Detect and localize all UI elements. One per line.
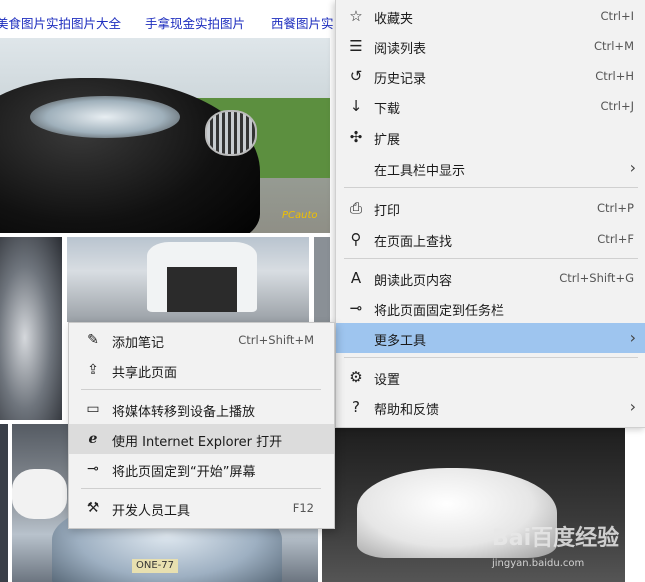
- menu-item-favorites[interactable]: ☆ 收藏夹 Ctrl+I: [336, 1, 645, 31]
- pin-start-icon: ⊸: [87, 461, 99, 477]
- menu-label: 在工具栏中显示: [374, 164, 466, 179]
- menu-divider: [344, 357, 638, 358]
- menu-label: 更多工具: [374, 334, 427, 349]
- menu-label: 朗读此页内容: [374, 274, 453, 289]
- submenu-label: 添加笔记: [112, 336, 165, 351]
- menu-label: 扩展: [374, 133, 401, 148]
- internet-explorer-icon: e: [88, 431, 98, 447]
- menu-item-extensions[interactable]: ✣ 扩展: [336, 122, 645, 152]
- car-photo-edge[interactable]: [314, 237, 330, 322]
- menu-shortcut: Ctrl+J: [600, 99, 635, 113]
- menu-item-pin-to-taskbar[interactable]: ⊸ 将此页面固定到任务栏: [336, 293, 645, 323]
- submenu-label: 开发人员工具: [112, 504, 191, 519]
- menu-shortcut: Ctrl+H: [595, 69, 634, 83]
- white-suv-photo[interactable]: [67, 237, 309, 322]
- submenu-shortcut: Ctrl+Shift+M: [238, 333, 314, 347]
- dev-tools-icon: ⚒: [86, 500, 100, 516]
- menu-divider: [344, 187, 638, 188]
- help-icon: ?: [352, 398, 360, 416]
- menu-label: 在页面上查找: [374, 235, 453, 250]
- menu-label: 历史记录: [374, 72, 427, 87]
- submenu-item-open-with-ie[interactable]: e 使用 Internet Explorer 打开: [69, 424, 334, 454]
- submenu-label: 将此页固定到“开始”屏幕: [112, 465, 256, 480]
- menu-shortcut: Ctrl+M: [593, 39, 634, 53]
- submenu-label: 将媒体转移到设备上播放: [112, 405, 256, 420]
- submenu-item-add-notes[interactable]: ✎ 添加笔记 Ctrl+Shift+M: [69, 325, 334, 355]
- chevron-right-icon: ›: [629, 158, 636, 177]
- menu-label: 收藏夹: [374, 12, 414, 27]
- pin-taskbar-icon: ⊸: [349, 299, 363, 317]
- menu-label: 阅读列表: [374, 42, 427, 57]
- settings-icon: ⚙: [349, 368, 363, 386]
- extensions-icon: ✣: [349, 128, 363, 146]
- submenu-divider: [81, 389, 321, 390]
- link-western-food-photos[interactable]: 西餐图片实: [271, 13, 334, 32]
- submenu-shortcut: F12: [292, 501, 314, 515]
- chevron-right-icon: ›: [629, 397, 636, 416]
- menu-item-find-on-page[interactable]: ⚲ 在页面上查找 Ctrl+F: [336, 224, 645, 254]
- menu-item-more-tools[interactable]: 更多工具 ›: [336, 323, 645, 353]
- print-icon: ⎙: [349, 199, 362, 217]
- favorites-icon: ☆: [349, 7, 363, 25]
- audi-r8-photo[interactable]: Bai百度经验 jingyan.baidu.com: [322, 428, 625, 582]
- menu-item-print[interactable]: ⎙ 打印 Ctrl+P: [336, 193, 645, 223]
- submenu-label: 使用 Internet Explorer 打开: [112, 435, 283, 450]
- menu-item-history[interactable]: ↺ 历史记录 Ctrl+H: [336, 61, 645, 91]
- history-icon: ↺: [349, 67, 363, 85]
- submenu-item-share-page[interactable]: ⇪ 共享此页面: [69, 355, 334, 385]
- car-photo-edge-left[interactable]: [0, 424, 8, 582]
- cast-icon: ▭: [86, 401, 100, 417]
- submenu-item-pin-to-start[interactable]: ⊸ 将此页固定到“开始”屏幕: [69, 454, 334, 484]
- menu-label: 下载: [374, 102, 401, 117]
- menu-shortcut: Ctrl+F: [597, 232, 634, 246]
- license-plate: ONE-77: [132, 559, 178, 573]
- link-food-photos[interactable]: 美食图片实拍图片大全: [0, 13, 121, 32]
- menu-item-read-aloud[interactable]: A 朗读此页内容 Ctrl+Shift+G: [336, 263, 645, 293]
- bentley-car-photo[interactable]: [0, 237, 62, 420]
- submenu-item-developer-tools[interactable]: ⚒ 开发人员工具 F12: [69, 493, 334, 523]
- menu-shortcut: Ctrl+I: [600, 9, 635, 23]
- reading-list-icon: ☰: [349, 37, 363, 55]
- download-icon: ↓: [349, 97, 363, 115]
- pen-icon: ✎: [87, 332, 99, 348]
- menu-divider: [344, 258, 638, 259]
- menu-item-show-in-toolbar[interactable]: 在工具栏中显示 ›: [336, 153, 645, 183]
- submenu-item-cast-media[interactable]: ▭ 将媒体转移到设备上播放: [69, 394, 334, 424]
- share-icon: ⇪: [87, 362, 99, 378]
- menu-label: 将此页面固定到任务栏: [374, 304, 505, 319]
- browser-menu: ☆ 收藏夹 Ctrl+I ☰ 阅读列表 Ctrl+M ↺ 历史记录 Ctrl+H…: [335, 0, 645, 428]
- menu-shortcut: Ctrl+Shift+G: [559, 271, 634, 285]
- menu-label: 帮助和反馈: [374, 403, 440, 418]
- submenu-divider: [81, 488, 321, 489]
- menu-item-reading-list[interactable]: ☰ 阅读列表 Ctrl+M: [336, 31, 645, 61]
- submenu-label: 共享此页面: [112, 366, 178, 381]
- menu-item-downloads[interactable]: ↓ 下载 Ctrl+J: [336, 91, 645, 121]
- link-cash-photos[interactable]: 手拿现金实拍图片: [145, 13, 245, 32]
- more-tools-submenu: ✎ 添加笔记 Ctrl+Shift+M ⇪ 共享此页面 ▭ 将媒体转移到设备上播…: [68, 322, 335, 529]
- menu-item-help-feedback[interactable]: ? 帮助和反馈 ›: [336, 392, 645, 422]
- chevron-right-icon: ›: [629, 328, 636, 347]
- menu-item-settings[interactable]: ⚙ 设置: [336, 362, 645, 392]
- menu-label: 打印: [374, 204, 401, 219]
- bmw-car-photo[interactable]: PCauto: [0, 38, 330, 233]
- menu-shortcut: Ctrl+P: [596, 201, 634, 215]
- baidu-watermark-url: jingyan.baidu.com: [492, 558, 585, 569]
- baidu-watermark: Bai百度经验: [492, 526, 620, 551]
- read-aloud-icon: A: [350, 269, 362, 287]
- photo-watermark: PCauto: [282, 210, 318, 221]
- menu-label: 设置: [374, 373, 401, 388]
- find-icon: ⚲: [350, 230, 362, 248]
- link-bar: 美食图片实拍图片大全 手拿现金实拍图片 西餐图片实: [0, 0, 345, 40]
